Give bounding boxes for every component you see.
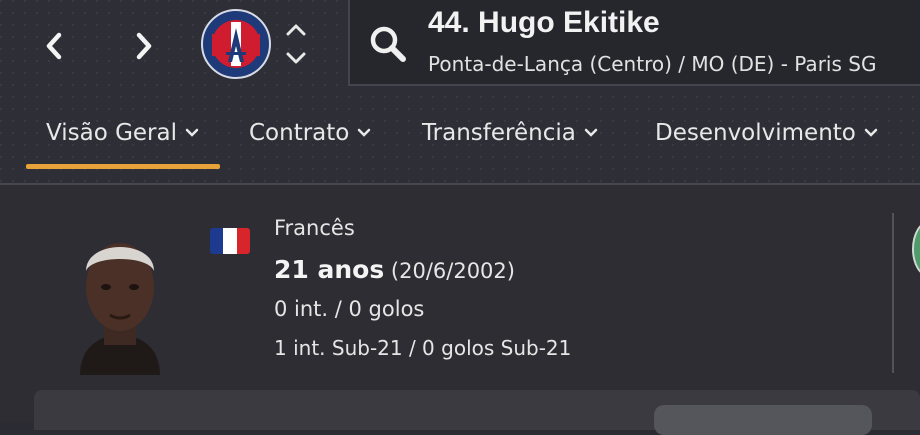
panel-action-button[interactable] — [654, 405, 872, 435]
club-logo[interactable] — [200, 8, 272, 80]
player-birthdate: (20/6/2002) — [390, 259, 515, 283]
chevron-right-icon — [136, 32, 152, 60]
age-info: 21 anos (20/6/2002) — [274, 255, 515, 284]
search-icon — [370, 26, 406, 62]
tab-label: Contrato — [249, 120, 350, 146]
international-caps: 0 int. / 0 golos — [274, 297, 425, 321]
tab-label: Transferência — [422, 120, 576, 146]
tab-bar: Visão Geral Contrato Transferência Desen… — [0, 110, 920, 170]
player-overview-panel: Francês 21 anos (20/6/2002) 0 int. / 0 g… — [0, 185, 920, 422]
chevron-down-icon — [864, 128, 878, 137]
psg-crest-icon — [201, 9, 271, 79]
tab-contrato[interactable]: Contrato — [249, 120, 371, 146]
chevron-down-icon — [185, 128, 199, 137]
tab-desenvolvimento[interactable]: Desenvolvimento — [655, 120, 878, 146]
header-bar: 44. Hugo Ekitike Ponta-de-Lança (Centro)… — [0, 0, 920, 184]
nationality-label: Francês — [274, 216, 355, 240]
chevron-down-icon — [584, 128, 598, 137]
back-button[interactable] — [36, 26, 72, 66]
nationality-flag — [210, 228, 250, 254]
active-tab-indicator — [26, 164, 220, 169]
chevron-left-icon — [46, 32, 62, 60]
player-header-panel: 44. Hugo Ekitike Ponta-de-Lança (Centro)… — [348, 0, 920, 86]
club-switch-toggle[interactable] — [284, 18, 308, 70]
partial-badge — [912, 221, 920, 277]
chevron-up-down-icon — [286, 24, 306, 64]
tab-visao-geral[interactable]: Visão Geral — [46, 120, 199, 146]
player-position-club: Ponta-de-Lança (Centro) / MO (DE) - Pari… — [428, 52, 877, 76]
player-title: 44. Hugo Ekitike — [428, 6, 660, 39]
search-button[interactable] — [368, 24, 408, 64]
u21-caps: 1 int. Sub-21 / 0 golos Sub-21 — [274, 336, 572, 360]
player-portrait — [50, 207, 190, 375]
chevron-down-icon — [358, 128, 371, 137]
section-divider — [892, 213, 894, 373]
tab-label: Visão Geral — [46, 120, 177, 146]
tab-label: Desenvolvimento — [655, 120, 856, 146]
player-age: 21 anos — [274, 255, 385, 284]
tab-transferencia[interactable]: Transferência — [422, 120, 598, 146]
forward-button[interactable] — [126, 26, 162, 66]
